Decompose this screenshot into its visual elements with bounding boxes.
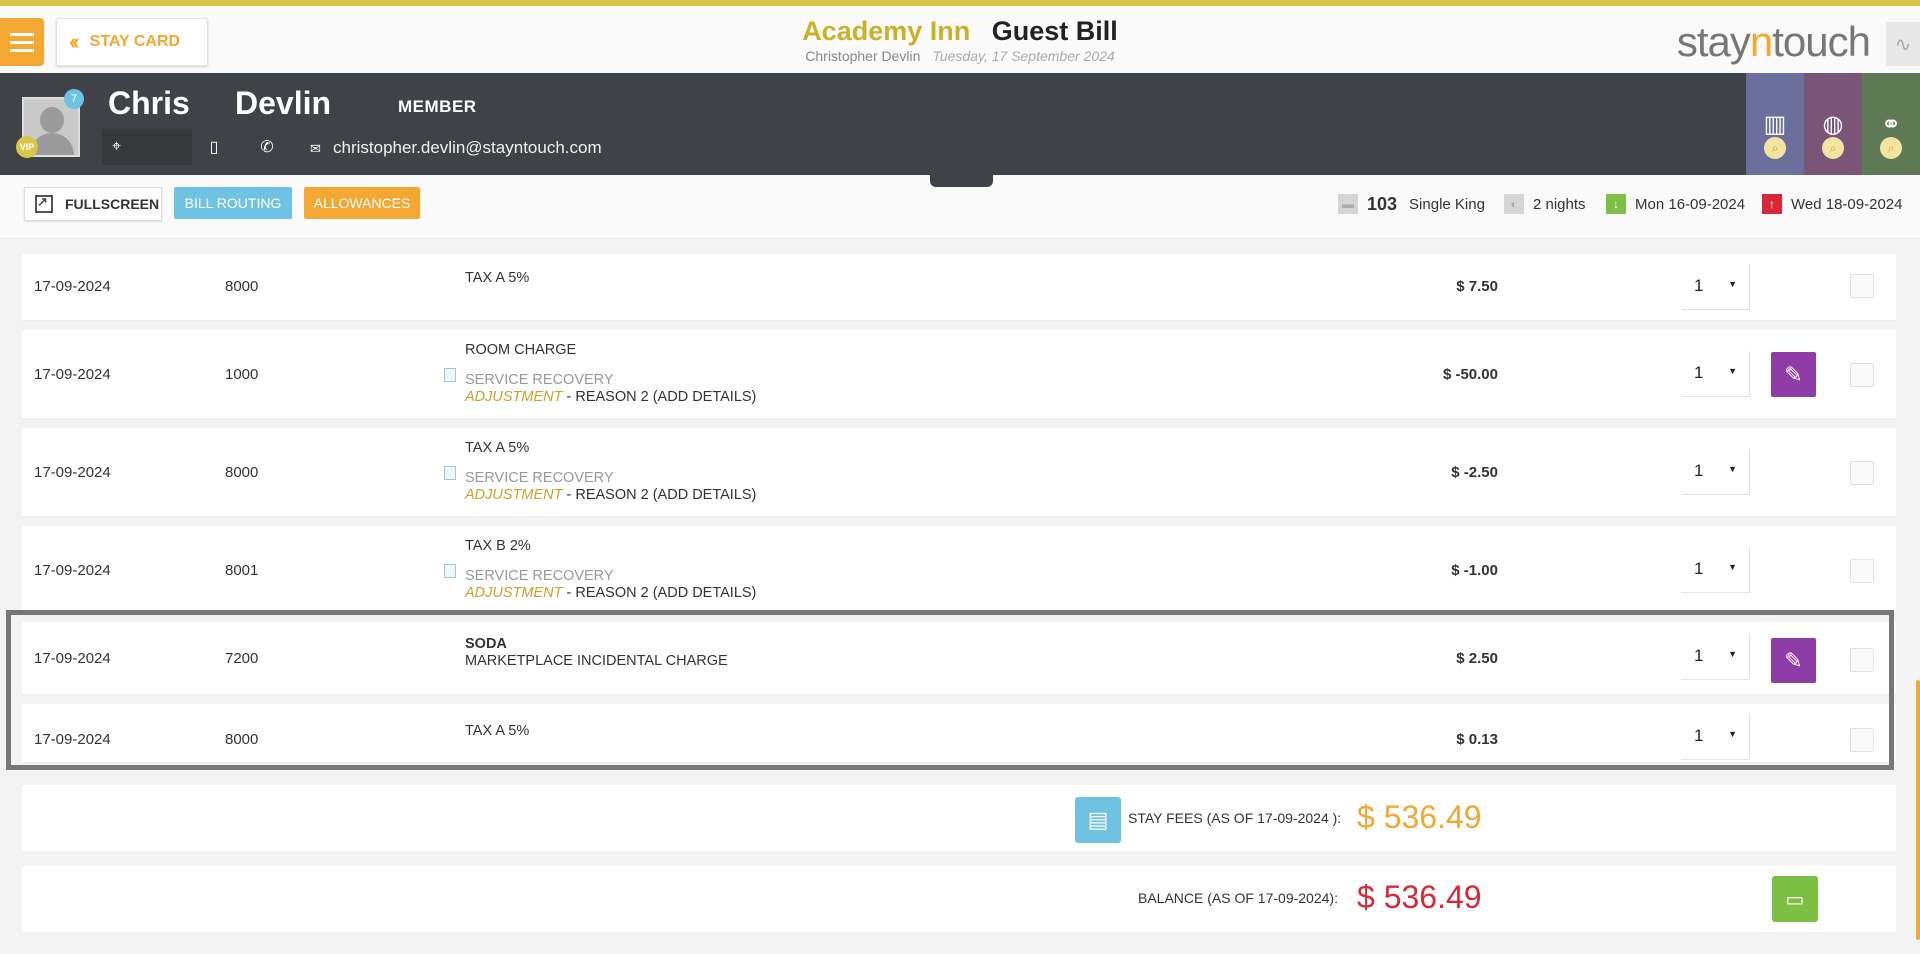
selection-highlight	[6, 610, 1894, 770]
quantity-select[interactable]: 1 ▼	[1682, 351, 1750, 397]
departure-date: Wed 18-09-2024	[1791, 195, 1903, 213]
wallet-icon[interactable]: ▭	[1772, 876, 1818, 922]
balance-row: BALANCE (AS OF 17-09-2024): $ 536.49 ▭	[22, 866, 1896, 932]
room-type: Single King	[1409, 195, 1485, 213]
activity-pulse-icon[interactable]: ∿	[1886, 22, 1920, 66]
stay-fees-row: ▤ STAY FEES (AS OF 17-09-2024 ): $ 536.4…	[22, 785, 1896, 851]
guest-fullname: Christopher Devlin	[805, 48, 921, 64]
balance-label: BALANCE (AS OF 17-09-2024):	[1138, 890, 1338, 906]
mail-icon: ✉	[310, 141, 321, 156]
guest-bar: 7 VIP Chris Devlin MEMBER ⌖ ▯ ✆ ✉ christ…	[0, 73, 1920, 175]
table-row: 17-09-2024 8000 TAX A 5% $ 7.50 1 ▼	[22, 254, 1896, 320]
search-icon: ⌕	[1822, 137, 1844, 159]
row-code: 8000	[225, 464, 259, 481]
caret-down-icon: ▼	[1728, 562, 1737, 572]
balance-value: $ 536.49	[1357, 879, 1482, 915]
row-code: 1000	[225, 366, 259, 383]
row-description: ROOM CHARGE SERVICE RECOVERY ADJUSTMENT …	[465, 342, 757, 405]
globe-icon: ◍	[1822, 110, 1844, 138]
phone-icon[interactable]: ✆	[258, 137, 276, 157]
tab-hotel[interactable]: ▥ ⌕	[1746, 73, 1804, 175]
mobile-icon[interactable]: ▯	[205, 137, 223, 157]
tab-globe[interactable]: ◍ ⌕	[1804, 73, 1862, 175]
edit-button[interactable]: ✎	[1771, 352, 1816, 397]
arrival-date: Mon 16-09-2024	[1635, 195, 1746, 213]
row-description: TAX B 2% SERVICE RECOVERY ADJUSTMENT - R…	[465, 538, 757, 601]
room-info: ▬ 103 Single King	[1338, 193, 1485, 215]
receipt-icon[interactable]: ▤	[1075, 797, 1121, 843]
rings-icon: ⚭	[1880, 110, 1902, 138]
row-amount: $ -2.50	[1451, 464, 1498, 481]
arrival-info: ↓ Mon 16-09-2024	[1606, 193, 1745, 215]
caret-down-icon: ▼	[1728, 366, 1737, 376]
row-checkbox[interactable]	[1850, 461, 1874, 485]
notification-badge: 7	[64, 89, 84, 109]
search-icon: ⌕	[1880, 137, 1902, 159]
row-date: 17-09-2024	[34, 464, 111, 481]
nights-info: ◐ 2 nights	[1504, 193, 1586, 215]
hotel-name: Academy Inn	[802, 16, 971, 46]
location-field[interactable]: ⌖	[102, 129, 192, 165]
nights-count: 2 nights	[1533, 195, 1586, 213]
quantity-select[interactable]: 1 ▼	[1682, 547, 1750, 593]
expand-icon	[35, 194, 53, 213]
room-number: 103	[1367, 193, 1398, 214]
guest-email[interactable]: christopher.devlin@stayntouch.com	[333, 138, 602, 158]
departure-info: ↑ Wed 18-09-2024	[1762, 193, 1902, 215]
row-checkbox[interactable]	[1850, 363, 1874, 387]
vip-badge: VIP	[16, 136, 38, 158]
arrow-down-icon: ↓	[1606, 194, 1626, 214]
row-description: TAX A 5% SERVICE RECOVERY ADJUSTMENT - R…	[465, 440, 757, 503]
row-code: 8001	[225, 562, 259, 579]
brand-logo: stayntouch	[1676, 18, 1871, 65]
search-icon: ⌕	[1764, 137, 1786, 159]
row-checkbox[interactable]	[1850, 274, 1874, 298]
row-amount: $ 7.50	[1456, 278, 1498, 295]
business-date: Tuesday, 17 September 2024	[932, 48, 1115, 64]
location-pin-icon: ⌖	[112, 138, 122, 155]
document-icon	[444, 564, 456, 578]
guest-last-name: Devlin	[235, 85, 332, 121]
row-code: 8000	[225, 278, 259, 295]
page-heading: Academy Inn Guest Bill Christopher Devli…	[0, 16, 1920, 64]
moon-icon: ◐	[1504, 194, 1524, 214]
row-date: 17-09-2024	[34, 366, 111, 383]
stay-fees-label: STAY FEES (AS OF 17-09-2024 ):	[1128, 810, 1342, 826]
right-tabs: ▥ ⌕ ◍ ⌕ ⚭ ⌕	[1746, 73, 1920, 175]
row-date: 17-09-2024	[34, 278, 111, 295]
fullscreen-button[interactable]: FULLSCREEN	[24, 187, 162, 221]
bed-icon: ▬	[1338, 194, 1358, 214]
top-header: ‹‹ STAY CARD Academy Inn Guest Bill Chri…	[0, 0, 1920, 73]
allowances-button[interactable]: ALLOWANCES	[304, 187, 420, 219]
page-title: Guest Bill	[991, 16, 1118, 46]
membership-label: MEMBER	[398, 97, 477, 116]
row-checkbox[interactable]	[1850, 559, 1874, 583]
row-amount: $ -50.00	[1442, 366, 1498, 383]
header-pull-tab[interactable]	[930, 175, 993, 187]
caret-down-icon: ▼	[1728, 464, 1737, 474]
table-row: 17-09-2024 8001 TAX B 2% SERVICE RECOVER…	[22, 526, 1896, 614]
scrollbar[interactable]	[1916, 680, 1920, 940]
document-icon	[444, 368, 456, 382]
caret-down-icon: ▼	[1728, 279, 1737, 289]
document-icon	[444, 466, 456, 480]
table-row: 17-09-2024 8000 TAX A 5% SERVICE RECOVER…	[22, 428, 1896, 516]
row-date: 17-09-2024	[34, 562, 111, 579]
tab-rings[interactable]: ⚭ ⌕	[1862, 73, 1920, 175]
building-icon: ▥	[1763, 110, 1787, 138]
row-amount: $ -1.00	[1451, 562, 1498, 579]
guest-first-name: Chris	[108, 85, 190, 121]
table-row: 17-09-2024 1000 ROOM CHARGE SERVICE RECO…	[22, 330, 1896, 418]
arrow-up-icon: ↑	[1762, 194, 1782, 214]
stay-fees-value: $ 536.49	[1357, 799, 1482, 835]
bill-routing-button[interactable]: BILL ROUTING	[174, 187, 292, 219]
quantity-select[interactable]: 1 ▼	[1682, 264, 1750, 310]
pencil-icon: ✎	[1784, 361, 1803, 387]
row-description: TAX A 5%	[465, 270, 530, 286]
quantity-select[interactable]: 1 ▼	[1682, 449, 1750, 495]
